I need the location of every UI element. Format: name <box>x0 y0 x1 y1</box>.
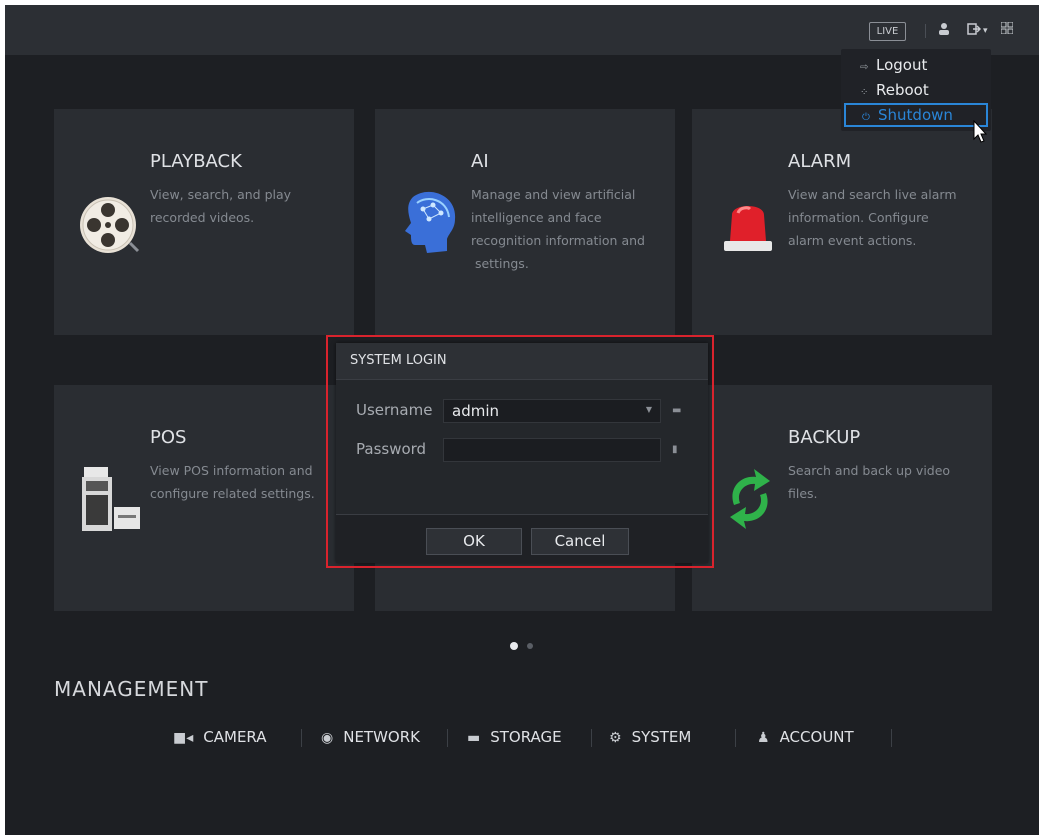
storage-icon: ▬ <box>467 730 481 746</box>
grid-icon[interactable] <box>1000 21 1014 40</box>
tile-alarm[interactable]: ALARM View and search live alarm informa… <box>692 109 992 335</box>
management-separator <box>735 729 736 747</box>
tile-pos[interactable]: POS View POS information and configure r… <box>54 385 354 611</box>
management-title: MANAGEMENT <box>54 677 209 701</box>
chevron-down-icon[interactable]: ▾ <box>983 22 988 40</box>
tile-playback[interactable]: PLAYBACK View, search, and play recorded… <box>54 109 354 335</box>
page-dot[interactable] <box>527 643 533 649</box>
management-item-label: NETWORK <box>343 728 420 746</box>
ai-head-icon <box>399 189 461 263</box>
tile-alarm-desc: View and search live alarm information. … <box>788 183 988 252</box>
tile-pos-title: POS <box>150 427 187 448</box>
network-icon: ◉ <box>321 730 334 746</box>
user-dropdown-menu: ⇨ Logout ⁘ Reboot ⏻ Shutdown <box>841 49 991 131</box>
top-bar: LIVE ▾ <box>5 5 1039 55</box>
tile-backup-title: BACKUP <box>788 427 861 448</box>
desc-line: intelligence and face <box>471 210 602 225</box>
power-icon: ⏻ <box>862 112 870 123</box>
management-network[interactable]: ◉ NETWORK <box>321 726 420 748</box>
tile-pos-desc: View POS information and configure relat… <box>150 459 330 505</box>
logout-icon: ⇨ <box>860 62 869 73</box>
tile-ai-desc: Manage and view artificial intelligence … <box>471 183 675 275</box>
desc-line: View POS information and <box>150 463 313 478</box>
mouse-cursor-icon <box>973 120 987 143</box>
siren-icon <box>720 197 776 259</box>
gears-icon: ⚙ <box>609 730 622 746</box>
desc-line: settings. <box>471 256 529 271</box>
management-account[interactable]: ♟ ACCOUNT <box>757 726 854 748</box>
management-item-label: STORAGE <box>490 728 562 746</box>
tile-backup-desc: Search and back up video files. <box>788 459 988 505</box>
menu-item-shutdown[interactable]: ⏻ Shutdown <box>844 103 988 127</box>
login-highlight-frame <box>326 335 714 568</box>
management-item-label: SYSTEM <box>631 728 692 746</box>
account-icon: ♟ <box>757 730 770 746</box>
tile-ai[interactable]: AI Manage and view artificial intelligen… <box>375 109 675 335</box>
film-reel-icon <box>78 195 140 261</box>
management-item-label: CAMERA <box>203 728 267 746</box>
main-menu-screen: LIVE ▾ PLAYBACK View, search, and play r… <box>5 5 1039 835</box>
desc-line: configure related settings. <box>150 486 315 501</box>
desc-line: recorded videos. <box>150 210 255 225</box>
cash-register-icon <box>80 467 142 537</box>
reboot-icon: ⁘ <box>860 87 869 98</box>
tile-playback-desc: View, search, and play recorded videos. <box>150 183 350 229</box>
desc-line: View and search live alarm <box>788 187 957 202</box>
tile-alarm-title: ALARM <box>788 151 852 172</box>
user-icon[interactable] <box>938 22 950 42</box>
desc-line: recognition information and <box>471 233 645 248</box>
menu-item-label: Reboot <box>876 81 929 99</box>
menu-item-label: Shutdown <box>878 106 953 124</box>
management-storage[interactable]: ▬ STORAGE <box>467 726 562 748</box>
management-item-label: ACCOUNT <box>779 728 854 746</box>
desc-line: View, search, and play <box>150 187 292 202</box>
camera-icon: ■◂ <box>173 730 194 746</box>
management-camera[interactable]: ■◂ CAMERA <box>173 726 267 748</box>
desc-line: information. Configure <box>788 210 929 225</box>
management-separator <box>591 729 592 747</box>
menu-item-reboot[interactable]: ⁘ Reboot <box>844 78 988 102</box>
desc-line: Manage and view artificial <box>471 187 636 202</box>
desc-line: Search and back up video <box>788 463 951 478</box>
menu-item-logout[interactable]: ⇨ Logout <box>844 53 988 77</box>
desc-line: files. <box>788 486 818 501</box>
tile-backup[interactable]: BACKUP Search and back up video files. <box>692 385 992 611</box>
tile-playback-title: PLAYBACK <box>150 151 242 172</box>
top-bar-separator <box>925 24 926 38</box>
management-system[interactable]: ⚙ SYSTEM <box>609 726 691 748</box>
live-button[interactable]: LIVE <box>869 22 906 41</box>
refresh-icon <box>720 465 780 537</box>
management-separator <box>891 729 892 747</box>
menu-item-label: Logout <box>876 56 928 74</box>
page-dot-active[interactable] <box>510 642 518 650</box>
management-separator <box>301 729 302 747</box>
logout-icon[interactable] <box>967 22 982 42</box>
management-separator <box>447 729 448 747</box>
desc-line: alarm event actions. <box>788 233 917 248</box>
tile-ai-title: AI <box>471 151 489 172</box>
